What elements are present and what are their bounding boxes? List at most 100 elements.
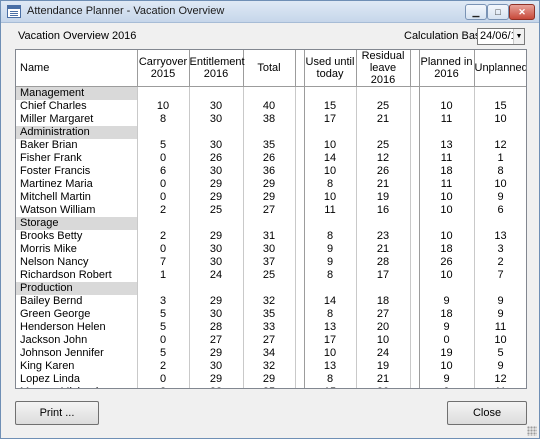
cell-residual: 25: [356, 100, 411, 113]
table-row[interactable]: Morris Mike 0 30 30 9 21 18 3: [16, 243, 526, 256]
cell-planned: 26: [419, 256, 475, 269]
column-separator: [295, 334, 305, 347]
column-separator: [410, 321, 420, 334]
table-cell: [189, 282, 244, 295]
table-row[interactable]: Mitchell Martin 0 29 29 10 19 10 9: [16, 191, 526, 204]
column-header-unplanned[interactable]: Unplanned: [474, 50, 526, 87]
cell-planned: 19: [419, 347, 475, 360]
cell-carryover: 3: [137, 295, 190, 308]
cell-name: Fisher Frank: [16, 152, 138, 165]
column-header-planned[interactable]: Planned in 2016: [419, 50, 475, 87]
title-bar[interactable]: Attendance Planner - Vacation Overview ▁…: [1, 1, 539, 23]
cell-carryover: 0: [137, 373, 190, 386]
cell-residual: 21: [356, 178, 411, 191]
group-row[interactable]: Administration: [16, 126, 526, 139]
close-window-button[interactable]: ✕: [509, 4, 535, 20]
table-row[interactable]: Foster Francis 6 30 36 10 26 18 8: [16, 165, 526, 178]
table-row[interactable]: Martinez Maria 0 29 29 8 21 11 10: [16, 178, 526, 191]
cell-name: Bailey Bernd: [16, 295, 138, 308]
cell-entitlement: 24: [189, 269, 244, 282]
table-cell: [189, 217, 244, 230]
maximize-button[interactable]: □: [487, 4, 509, 20]
column-separator: [410, 139, 420, 152]
cell-name: King Karen: [16, 360, 138, 373]
table-row[interactable]: Fisher Frank 0 26 26 14 12 11 1: [16, 152, 526, 165]
table-row[interactable]: Henderson Helen 5 28 33 13 20 9 11: [16, 321, 526, 334]
table-row[interactable]: King Karen 2 30 32 13 19 10 9: [16, 360, 526, 373]
minimize-button[interactable]: ▁: [465, 4, 487, 20]
column-header-total[interactable]: Total: [243, 50, 296, 87]
column-separator: [295, 373, 305, 386]
table-cell: [137, 126, 190, 139]
table-row[interactable]: Nelson Nancy 7 30 37 9 28 26 2: [16, 256, 526, 269]
table-row[interactable]: Chief Charles 10 30 40 15 25 10 15: [16, 100, 526, 113]
table-cell: [474, 217, 526, 230]
column-header-entitlement[interactable]: Entitlement 2016: [189, 50, 245, 87]
resize-grip-icon[interactable]: [527, 426, 537, 436]
column-separator: [410, 113, 420, 126]
cell-unplanned: 12: [474, 139, 526, 152]
group-row[interactable]: Storage: [16, 217, 526, 230]
cell-planned: 10: [419, 204, 475, 217]
table-row[interactable]: Miller Margaret 8 30 38 17 21 11 10: [16, 113, 526, 126]
cell-used: 15: [304, 386, 357, 388]
table-row[interactable]: Baker Brian 5 30 35 10 25 13 12: [16, 139, 526, 152]
cell-entitlement: 28: [189, 321, 244, 334]
cell-used: 8: [304, 308, 357, 321]
column-separator: [410, 178, 420, 191]
column-header-carryover[interactable]: Carryover 2015: [137, 50, 190, 87]
group-row[interactable]: Management: [16, 86, 526, 100]
column-separator: [295, 100, 305, 113]
column-header-used[interactable]: Used until today: [304, 50, 357, 87]
calendar-icon: [7, 5, 21, 18]
table-row[interactable]: Lopez Linda 0 29 29 8 21 9 12: [16, 373, 526, 386]
cell-used: 8: [304, 230, 357, 243]
cell-unplanned: 9: [474, 191, 526, 204]
column-separator: [295, 269, 305, 282]
column-header-name[interactable]: Name: [16, 50, 138, 87]
cell-entitlement: 29: [189, 295, 244, 308]
cell-total: 37: [243, 256, 296, 269]
close-button[interactable]: Close: [447, 401, 527, 425]
vacation-table[interactable]: Name Carryover 2015 Entitlement 2016 Tot…: [15, 49, 527, 389]
cell-used: 10: [304, 139, 357, 152]
cell-carryover: 2: [137, 360, 190, 373]
cell-planned: 9: [419, 295, 475, 308]
column-header-residual[interactable]: Residual leave 2016: [356, 50, 411, 87]
table-row[interactable]: Jackson John 0 27 27 17 10 0 10: [16, 334, 526, 347]
table-row[interactable]: Morgan Micheal23335 1520 911: [16, 386, 526, 388]
column-separator: [410, 269, 420, 282]
table-row[interactable]: Green George 5 30 35 8 27 18 9: [16, 308, 526, 321]
table-cell: [410, 282, 420, 295]
table-row[interactable]: Johnson Jennifer 5 29 34 10 24 19 5: [16, 347, 526, 360]
cell-unplanned: 15: [474, 100, 526, 113]
cell-carryover: 2: [137, 230, 190, 243]
cell-used: 14: [304, 152, 357, 165]
cell-carryover: 0: [137, 243, 190, 256]
cell-planned: 10: [419, 100, 475, 113]
table-row[interactable]: Bailey Bernd 3 29 32 14 18 9 9: [16, 295, 526, 308]
cell-carryover: 5: [137, 139, 190, 152]
cell-total: 29: [243, 191, 296, 204]
table-row[interactable]: Brooks Betty 2 29 31 8 23 10 13: [16, 230, 526, 243]
group-row[interactable]: Production: [16, 282, 526, 295]
cell-residual: 20: [356, 386, 411, 388]
calculation-basis-select[interactable]: 24/06/16 ▼: [477, 28, 525, 45]
cell-name: Brooks Betty: [16, 230, 138, 243]
cell-used: 8: [304, 373, 357, 386]
minimize-icon: ▁: [472, 7, 480, 17]
chevron-down-icon[interactable]: ▼: [513, 29, 524, 44]
table-row[interactable]: Watson William 2 25 27 11 16 10 6: [16, 204, 526, 217]
cell-name: Richardson Robert: [16, 269, 138, 282]
cell-residual: 21: [356, 373, 411, 386]
table-cell: [474, 282, 526, 295]
column-separator: [295, 113, 305, 126]
print-button[interactable]: Print ...: [15, 401, 99, 425]
column-separator: [410, 373, 420, 386]
cell-entitlement: 29: [189, 347, 244, 360]
table-row[interactable]: Richardson Robert 1 24 25 8 17 10 7: [16, 269, 526, 282]
cell-unplanned: 9: [474, 295, 526, 308]
cell-entitlement: 29: [189, 373, 244, 386]
cell-entitlement: 30: [189, 256, 244, 269]
column-separator: [295, 243, 305, 256]
